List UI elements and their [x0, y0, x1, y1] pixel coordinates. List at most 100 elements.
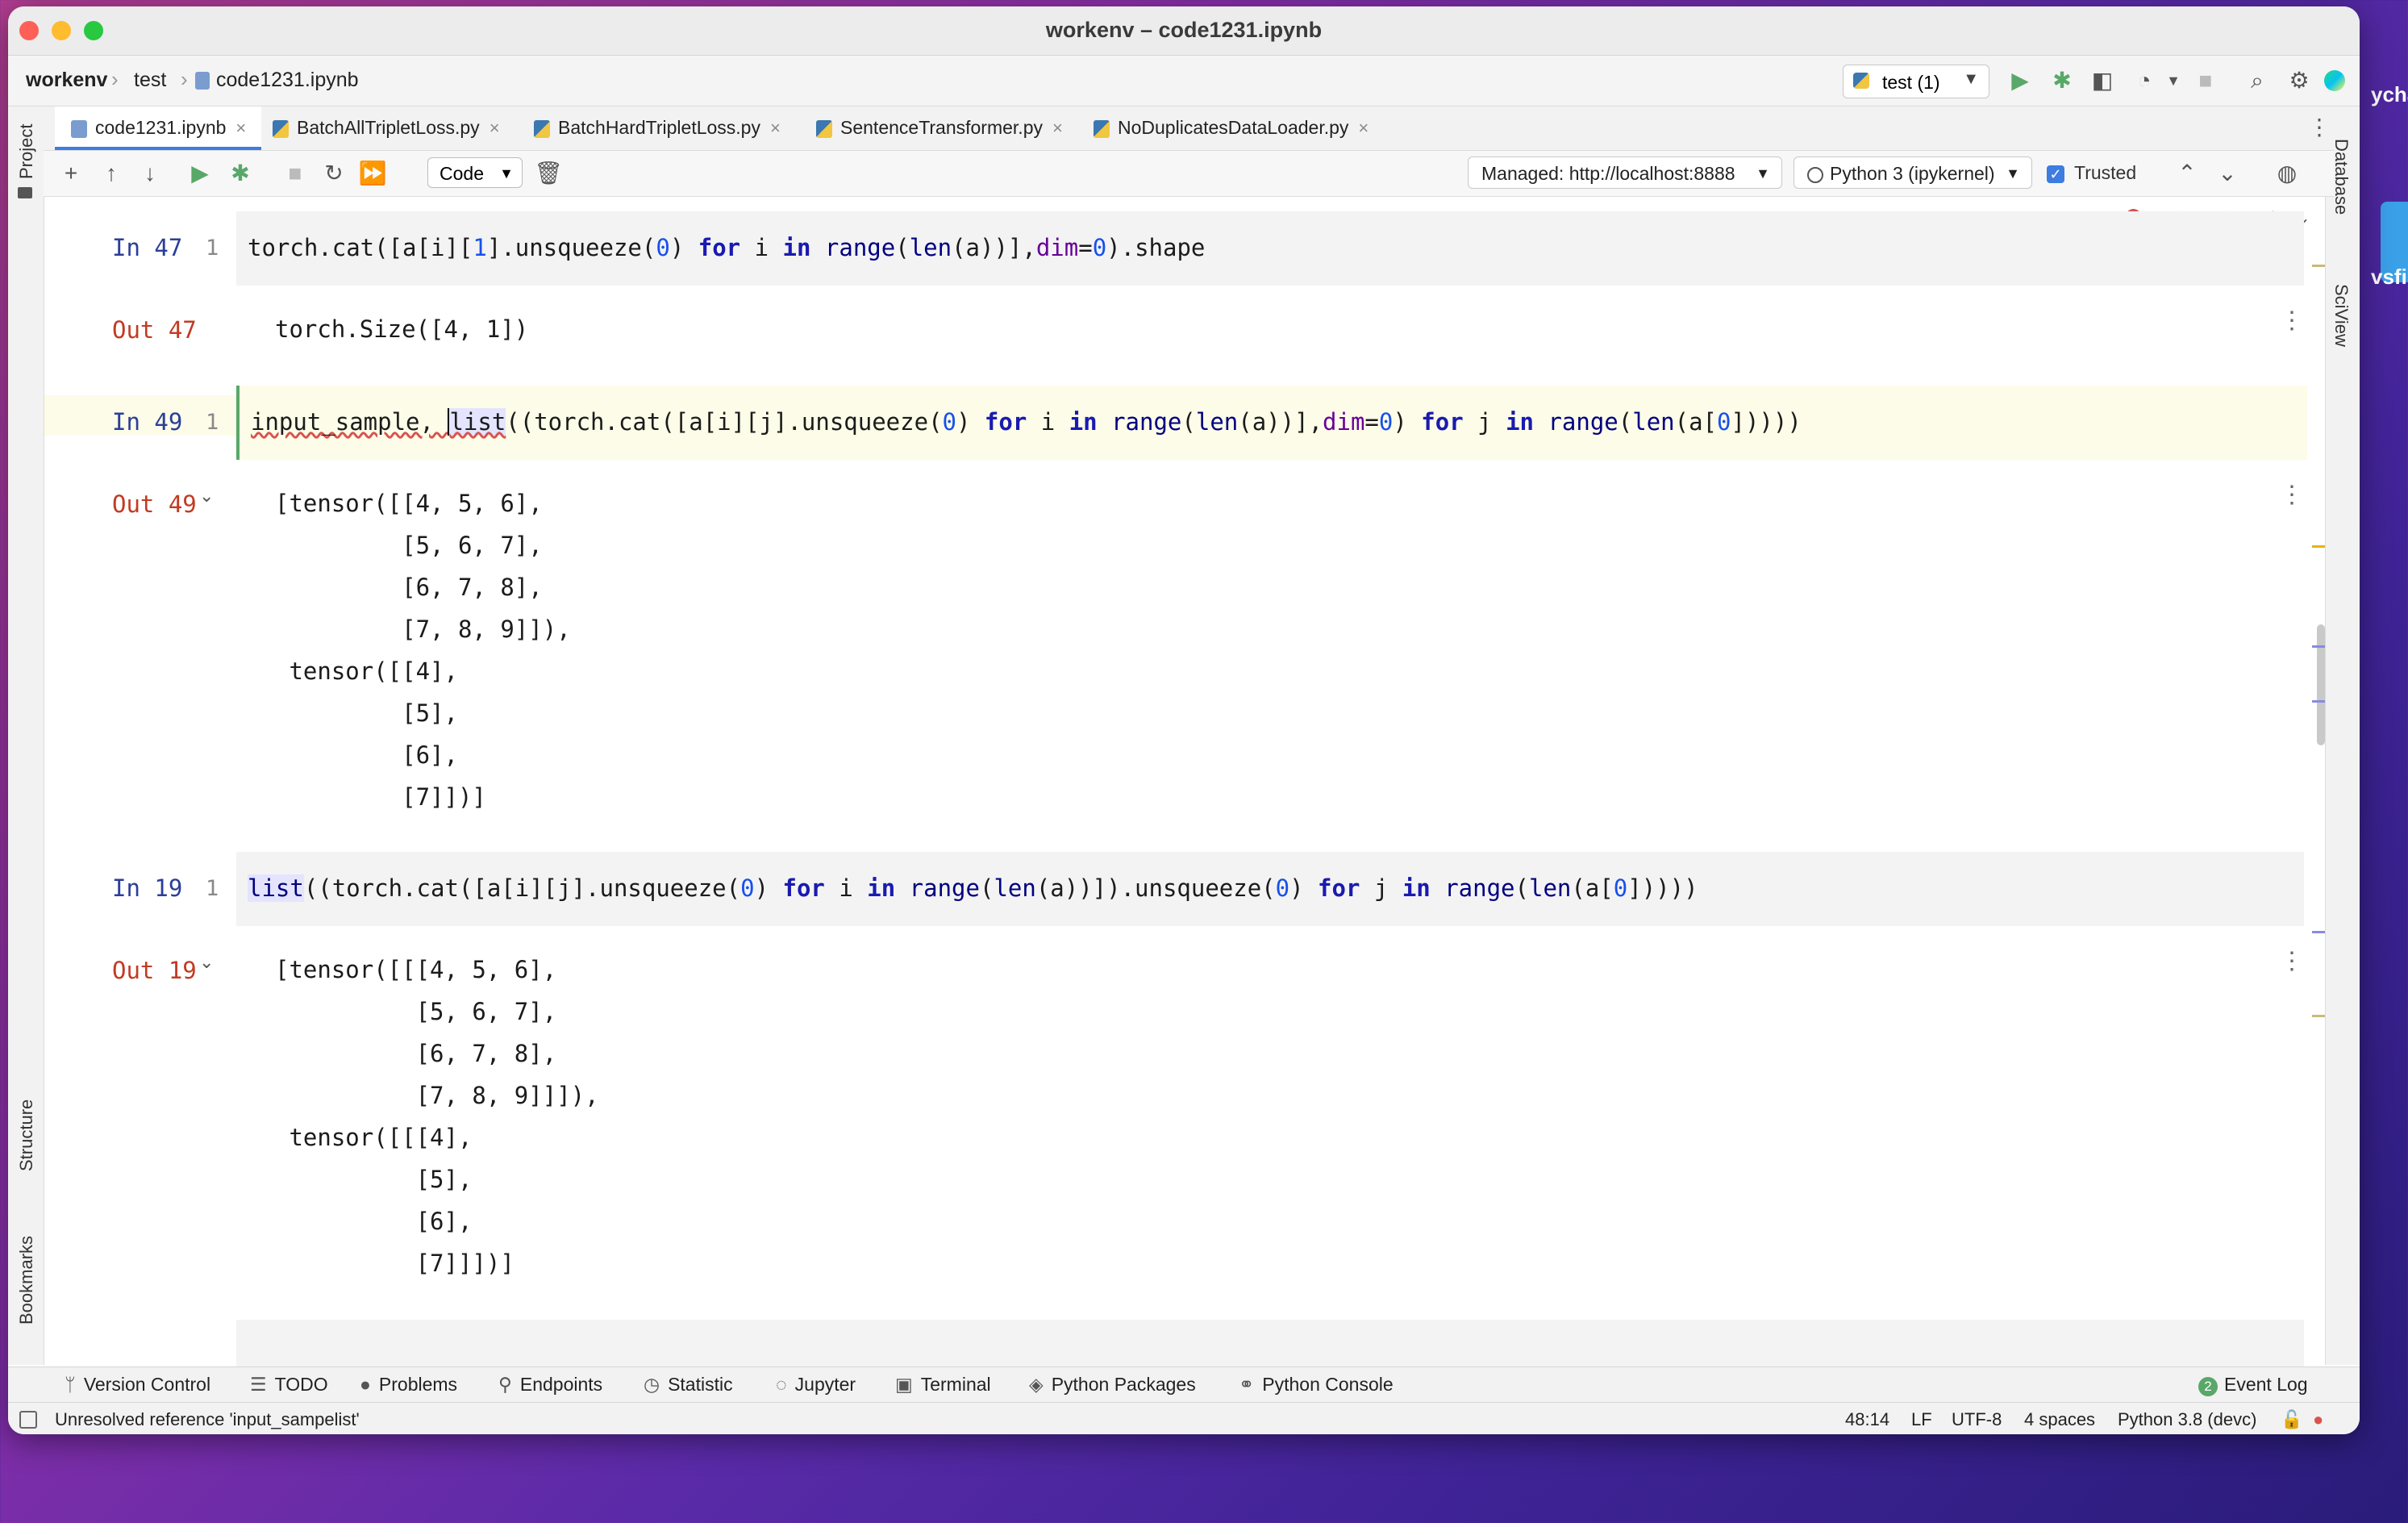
run-all-icon[interactable]: ⏩ [358, 159, 387, 188]
cell-output: [tensor([[[4, 5, 6], [5, 6, 7], [6, 7, 8… [275, 956, 599, 1277]
warning-marker[interactable] [2312, 1015, 2325, 1017]
lock-icon[interactable]: 🔓 [2281, 1409, 2302, 1430]
close-icon[interactable]: × [235, 118, 246, 138]
close-icon[interactable]: × [1052, 118, 1063, 138]
move-down-icon[interactable]: ↓ [135, 159, 165, 188]
close-icon[interactable]: × [770, 118, 781, 138]
tab-batchalltripletloss[interactable]: BatchAllTripletLoss.py × [273, 106, 500, 150]
profile-icon[interactable]: ◔ [2131, 67, 2158, 94]
jetbrains-icon[interactable] [2321, 67, 2348, 94]
file-encoding[interactable]: UTF-8 [1952, 1409, 2002, 1430]
move-up-icon[interactable]: ↑ [97, 159, 126, 188]
debug-icon[interactable]: ✱ [2048, 67, 2076, 94]
cell-in-prompt: In 49 [112, 408, 183, 436]
kernel-label: Python 3 (ipykernel) [1830, 163, 1995, 184]
restart-kernel-icon[interactable]: ↻ [319, 159, 348, 188]
tab-noduplicatesdataloader[interactable]: NoDuplicatesDataLoader.py × [1094, 106, 1369, 150]
caret-position[interactable]: 48:14 [1845, 1409, 1889, 1430]
python-interpreter[interactable]: Python 3.8 (devc) [2118, 1409, 2256, 1430]
close-icon[interactable]: × [1358, 118, 1369, 138]
cell-type-select[interactable]: Code ▼ [427, 157, 523, 188]
more-vertical-icon[interactable]: ⋮ [2280, 947, 2304, 975]
structure-panel-tab[interactable]: Structure [16, 1099, 37, 1171]
window-title: workenv – code1231.ipynb [1045, 18, 1323, 42]
tool-problems[interactable]: ● Problems [360, 1374, 457, 1396]
code-line[interactable]: torch.cat([a[i][1].unsqueeze(0) for i in… [248, 234, 1205, 261]
chevron-up-icon[interactable]: ⌃ [2173, 159, 2202, 188]
add-cell-icon[interactable]: + [56, 159, 85, 188]
code-line[interactable]: list((torch.cat([a[i][j].unsqueeze(0) fo… [248, 874, 1698, 902]
chevron-down-icon[interactable]: ⌄ [2213, 159, 2242, 188]
jupyter-server-select[interactable]: Managed: http://localhost:8888 ▼ [1468, 156, 1782, 189]
bookmarks-panel-tab[interactable]: Bookmarks [16, 1236, 37, 1325]
tool-todo[interactable]: ☰ TODO [250, 1374, 328, 1396]
tool-jupyter[interactable]: ◌ Jupyter [776, 1374, 856, 1396]
interrupt-kernel-icon[interactable]: ■ [281, 159, 310, 188]
stop-icon[interactable]: ■ [2192, 67, 2219, 94]
code-cell[interactable]: list((torch.cat([a[i][j].unsqueeze(0) fo… [236, 852, 2304, 926]
tool-terminal[interactable]: ▣ Terminal [895, 1374, 991, 1396]
warning-marker[interactable] [2312, 265, 2325, 267]
chevron-down-icon[interactable]: ▼ [2160, 67, 2187, 94]
run-configuration-select[interactable]: test (1) ▼ [1843, 65, 1989, 98]
info-marker[interactable] [2312, 645, 2325, 648]
run-icon[interactable]: ▶ [2006, 67, 2034, 94]
collapse-output-icon[interactable]: ⌄ [199, 486, 214, 507]
kernel-select[interactable]: Python 3 (ipykernel) ▼ [1794, 156, 2032, 189]
tool-version-control[interactable]: ᛘ Version Control [65, 1374, 210, 1396]
chevron-down-icon: ▼ [1963, 70, 1979, 88]
cell-out-prompt: Out 19 [112, 957, 197, 984]
coverage-icon[interactable]: ◧ [2089, 67, 2116, 94]
line-separator[interactable]: LF [1911, 1409, 1932, 1430]
warning-marker[interactable] [2312, 545, 2325, 548]
power-save-icon[interactable]: ● [2313, 1409, 2323, 1430]
chevron-down-icon: ▼ [499, 165, 514, 182]
info-marker[interactable] [2312, 931, 2325, 933]
tab-code1231[interactable]: code1231.ipynb × [55, 106, 261, 150]
event-log-button[interactable]: 2 Event Log [2198, 1374, 2308, 1396]
collapse-output-icon[interactable]: ⌄ [199, 952, 214, 973]
tool-endpoints[interactable]: ⚲ Endpoints [498, 1374, 602, 1396]
run-cell-icon[interactable]: ▶ [185, 159, 215, 188]
gear-icon[interactable]: ⚙ [2285, 67, 2313, 94]
info-marker[interactable] [2312, 700, 2325, 703]
more-vertical-icon[interactable]: ⋮ [2308, 106, 2331, 150]
globe-icon[interactable]: ◍ [2273, 159, 2302, 188]
cell-output: [tensor([[4, 5, 6], [5, 6, 7], [6, 7, 8]… [275, 490, 571, 811]
terminal-icon: ▣ [895, 1374, 913, 1395]
code-cell[interactable] [236, 1320, 2304, 1367]
notebook-editor[interactable]: ⓿ 1 ⚠ 1 ⚠ 2 ⌃ ⌄ In 47 1 torch.cat([a[i][… [44, 197, 2325, 1367]
right-tool-strip: Database SciView [2325, 106, 2360, 1365]
breadcrumb-folder[interactable]: test [134, 69, 166, 92]
left-tool-strip: Project Structure Bookmarks [8, 106, 44, 1365]
server-label: Managed: http://localhost:8888 [1481, 163, 1735, 184]
indent-setting[interactable]: 4 spaces [2024, 1409, 2095, 1430]
breadcrumb-project[interactable]: workenv [26, 69, 107, 92]
delete-cell-icon[interactable]: 🗑 [534, 159, 563, 188]
toggle-tool-windows-icon[interactable] [19, 1411, 37, 1429]
more-vertical-icon[interactable]: ⋮ [2280, 307, 2304, 335]
chevron-down-icon: ▼ [1756, 165, 1770, 182]
trusted-toggle[interactable]: ✓ Trusted [2047, 162, 2136, 184]
tab-sentencetransformer[interactable]: SentenceTransformer.py × [816, 106, 1063, 150]
close-icon[interactable]: × [490, 118, 500, 138]
tool-python-console[interactable]: ⚭ Python Console [1239, 1374, 1394, 1396]
tool-python-packages[interactable]: ◈ Python Packages [1029, 1374, 1196, 1396]
status-bar: Unresolved reference 'input_sampelist' 4… [8, 1402, 2360, 1434]
breadcrumb-file[interactable]: code1231.ipynb [195, 69, 359, 92]
more-vertical-icon[interactable]: ⋮ [2280, 481, 2304, 509]
notebook-file-icon [71, 119, 87, 138]
project-panel-tab[interactable]: Project [16, 124, 37, 179]
scrollbar[interactable] [2317, 624, 2325, 745]
tool-statistic[interactable]: ◷ Statistic [644, 1374, 733, 1396]
python-icon: ⚭ [1239, 1374, 1255, 1395]
tab-label: BatchAllTripletLoss.py [297, 117, 480, 138]
debug-cell-icon[interactable]: ✱ [226, 159, 255, 188]
run-configuration-label: test (1) [1882, 72, 1940, 93]
code-cell-selected[interactable]: input_sample, list((torch.cat([a[i][j].u… [236, 386, 2307, 460]
search-icon[interactable]: ⌕ [2243, 67, 2271, 94]
code-line[interactable]: input_sample, list((torch.cat([a[i][j].u… [251, 408, 1802, 436]
sciview-panel-tab[interactable]: SciView [2331, 284, 2352, 347]
code-cell[interactable]: torch.cat([a[i][1].unsqueeze(0) for i in… [236, 211, 2304, 286]
tab-batchhardtripletloss[interactable]: BatchHardTripletLoss.py × [534, 106, 781, 150]
